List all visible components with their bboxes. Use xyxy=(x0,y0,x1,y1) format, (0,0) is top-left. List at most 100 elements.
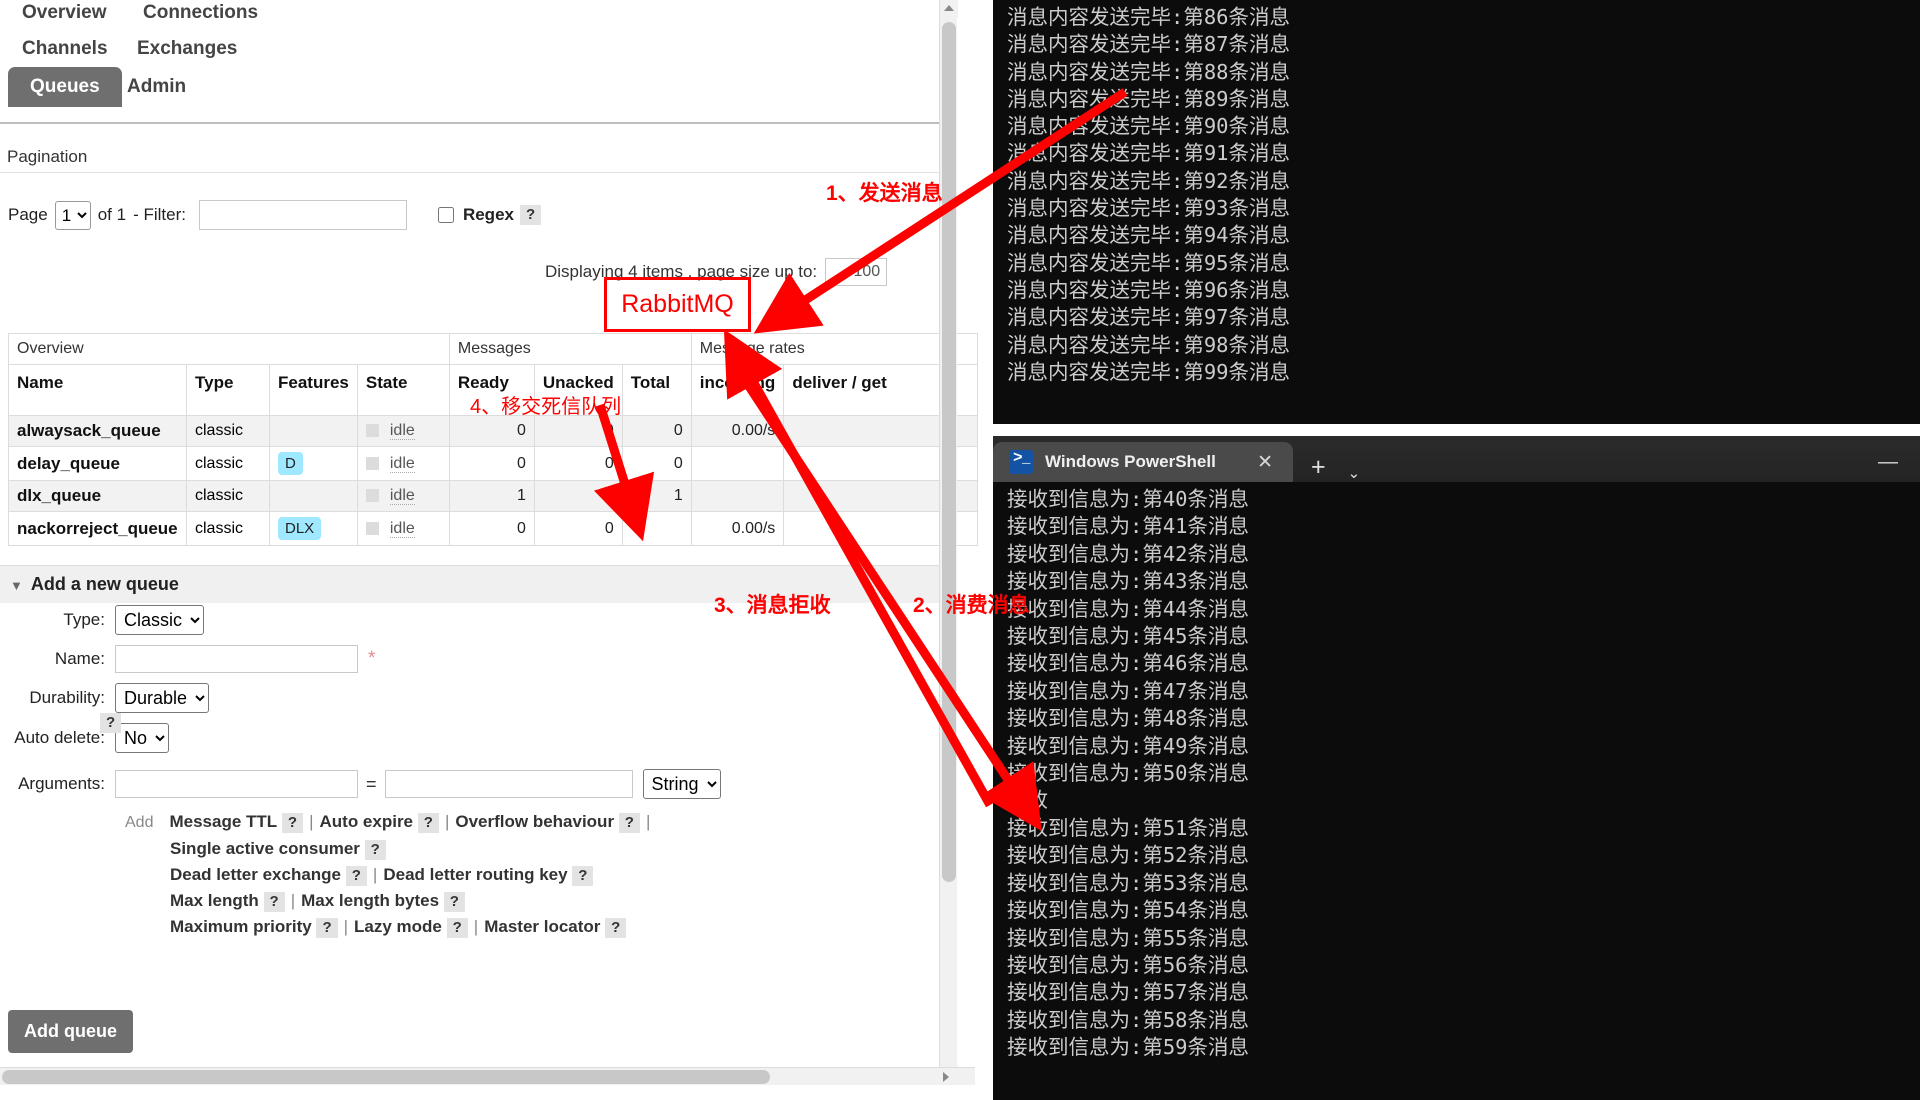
annotation-label-3: 3、消息拒收 xyxy=(714,594,831,617)
feature-badge[interactable]: D xyxy=(278,452,303,475)
cell-queue-name[interactable]: nackorreject_queue xyxy=(8,511,187,546)
auto-expire-help-icon[interactable]: ? xyxy=(417,813,439,833)
preset-dead-letter-routing-key[interactable]: Dead letter routing key xyxy=(383,865,567,884)
preset-max-length-bytes[interactable]: Max length bytes xyxy=(301,891,439,910)
cell-queue-type: classic xyxy=(186,446,270,481)
console-line: 接收到信息为:第55条消息 xyxy=(1007,925,1250,950)
state-text: idle xyxy=(389,519,415,538)
state-swatch-icon xyxy=(365,424,379,438)
vertical-scrollbar[interactable] xyxy=(939,0,958,1083)
preset-message-ttl[interactable]: Message TTL xyxy=(169,812,277,831)
new-tab-icon[interactable]: + xyxy=(1311,453,1326,482)
nav-tab-connections[interactable]: Connections xyxy=(143,2,258,24)
add-queue-form: Type: Classic Name: * Durability: Durabl… xyxy=(0,605,945,940)
chevron-down-icon[interactable]: ⌄ xyxy=(1348,464,1361,482)
vertical-scroll-thumb[interactable] xyxy=(942,22,956,882)
nav-tab-queues[interactable]: Queues xyxy=(8,67,122,107)
auto-delete-help-icon[interactable]: ? xyxy=(100,713,122,733)
maximum-priority-help-icon[interactable]: ? xyxy=(316,918,338,938)
console-line: 消息内容发送完毕:第93条消息 xyxy=(1007,196,1291,221)
preset-auto-expire[interactable]: Auto expire xyxy=(320,812,414,831)
cell-total: 0 xyxy=(621,446,692,481)
master-locator-help-icon[interactable]: ? xyxy=(605,918,627,938)
cell-queue-name[interactable]: delay_queue xyxy=(8,446,187,481)
col-name[interactable]: Name xyxy=(8,364,187,416)
argument-value-input[interactable] xyxy=(384,770,633,798)
preset-lazy-mode[interactable]: Lazy mode xyxy=(354,917,442,936)
filter-input[interactable] xyxy=(198,200,407,230)
table-row[interactable]: nackorreject_queue classic DLX idle 0 0 … xyxy=(8,511,978,546)
nav-tab-admin[interactable]: Admin xyxy=(127,76,186,98)
preset-master-locator[interactable]: Master locator xyxy=(484,917,600,936)
powershell-tab[interactable]: Windows PowerShell ✕ xyxy=(993,442,1293,482)
preset-overflow-behaviour[interactable]: Overflow behaviour xyxy=(455,812,614,831)
add-argument-link[interactable]: Add xyxy=(125,814,153,831)
cell-queue-name[interactable]: dlx_queue xyxy=(8,480,187,512)
cell-ready: 0 xyxy=(448,415,535,447)
add-queue-button[interactable]: Add queue xyxy=(8,1010,133,1053)
state-swatch-icon xyxy=(365,489,379,503)
minimize-icon[interactable]: — xyxy=(1878,451,1898,474)
cell-total: 1 xyxy=(621,480,692,512)
argument-type-select[interactable]: String xyxy=(642,769,721,799)
col-total[interactable]: Total xyxy=(621,364,692,416)
separator: | xyxy=(309,812,314,831)
console-line: 接收到信息为:第43条消息 xyxy=(1007,569,1250,594)
col-state[interactable]: State xyxy=(356,364,450,416)
preset-line-4: Max length ? | Max length bytes ? xyxy=(170,888,945,914)
console-line: 消息内容发送完毕:第89条消息 xyxy=(1007,86,1291,111)
lazy-mode-help-icon[interactable]: ? xyxy=(446,918,468,938)
powershell-icon xyxy=(1009,449,1033,474)
rabbitmq-page-content: Overview Connections Channels Exchanges … xyxy=(0,0,979,1085)
regex-checkbox[interactable] xyxy=(437,207,454,223)
single-active-consumer-help-icon[interactable]: ? xyxy=(364,840,386,860)
col-features[interactable]: Features xyxy=(269,364,358,416)
table-row[interactable]: alwaysack_queue classic idle 0 0 0 0.00/… xyxy=(8,415,978,447)
feature-badge[interactable]: DLX xyxy=(278,517,322,540)
cell-queue-state: idle xyxy=(356,511,450,546)
horizontal-scroll-thumb[interactable] xyxy=(2,1070,770,1084)
message-ttl-help-icon[interactable]: ? xyxy=(281,813,304,833)
nav-tab-overview[interactable]: Overview xyxy=(22,2,107,24)
table-row[interactable]: delay_queue classic D idle 0 0 0 xyxy=(8,446,978,481)
scroll-up-arrow-icon[interactable] xyxy=(940,0,958,18)
cell-ready: 0 xyxy=(448,446,535,481)
col-type[interactable]: Type xyxy=(186,364,270,416)
page-size-input[interactable] xyxy=(825,258,888,286)
durability-select[interactable]: Durable xyxy=(115,683,209,713)
queue-name-input[interactable] xyxy=(115,645,358,673)
console-line: 接收到信息为:第57条消息 xyxy=(1007,980,1250,1005)
preset-max-length[interactable]: Max length xyxy=(170,891,259,910)
pagination-controls: Page 1 of 1 - Filter: Regex ? xyxy=(8,200,542,230)
max-length-help-icon[interactable]: ? xyxy=(263,892,285,912)
nav-tab-channels[interactable]: Channels xyxy=(22,38,108,60)
dead-letter-exchange-help-icon[interactable]: ? xyxy=(345,866,367,886)
group-header-messages: Messages xyxy=(448,333,692,365)
separator: | xyxy=(372,865,378,884)
argument-key-input[interactable] xyxy=(115,770,358,798)
console-line: 接收到信息为:第45条消息 xyxy=(1007,624,1250,649)
console-line: 接收到信息为:第53条消息 xyxy=(1007,870,1250,895)
col-incoming[interactable]: incoming xyxy=(690,364,785,416)
auto-delete-select[interactable]: No xyxy=(115,723,169,753)
overflow-behaviour-help-icon[interactable]: ? xyxy=(618,813,640,833)
collapse-triangle-icon[interactable]: ▼ xyxy=(10,578,23,593)
table-row[interactable]: dlx_queue classic idle 1 0 1 xyxy=(8,480,978,512)
cell-ready: 0 xyxy=(448,511,535,546)
horizontal-scrollbar[interactable] xyxy=(0,1067,975,1085)
nav-tab-exchanges[interactable]: Exchanges xyxy=(137,38,237,60)
preset-dead-letter-exchange[interactable]: Dead letter exchange xyxy=(170,865,341,884)
annotation-label-4: 4、移交死信队列 xyxy=(470,396,622,418)
close-tab-icon[interactable]: ✕ xyxy=(1251,451,1279,474)
regex-help-icon[interactable]: ? xyxy=(519,205,542,225)
dead-letter-routing-key-help-icon[interactable]: ? xyxy=(572,866,594,886)
type-label: Type: xyxy=(63,610,105,629)
max-length-bytes-help-icon[interactable]: ? xyxy=(443,892,465,912)
preset-single-active-consumer[interactable]: Single active consumer xyxy=(170,839,360,858)
preset-maximum-priority[interactable]: Maximum priority xyxy=(170,917,312,936)
page-select[interactable]: 1 xyxy=(54,200,91,230)
type-select[interactable]: Classic xyxy=(115,605,204,635)
scroll-right-arrow-icon[interactable] xyxy=(937,1068,955,1086)
cell-queue-name[interactable]: alwaysack_queue xyxy=(8,415,187,447)
cell-unacked: 0 xyxy=(533,511,623,546)
